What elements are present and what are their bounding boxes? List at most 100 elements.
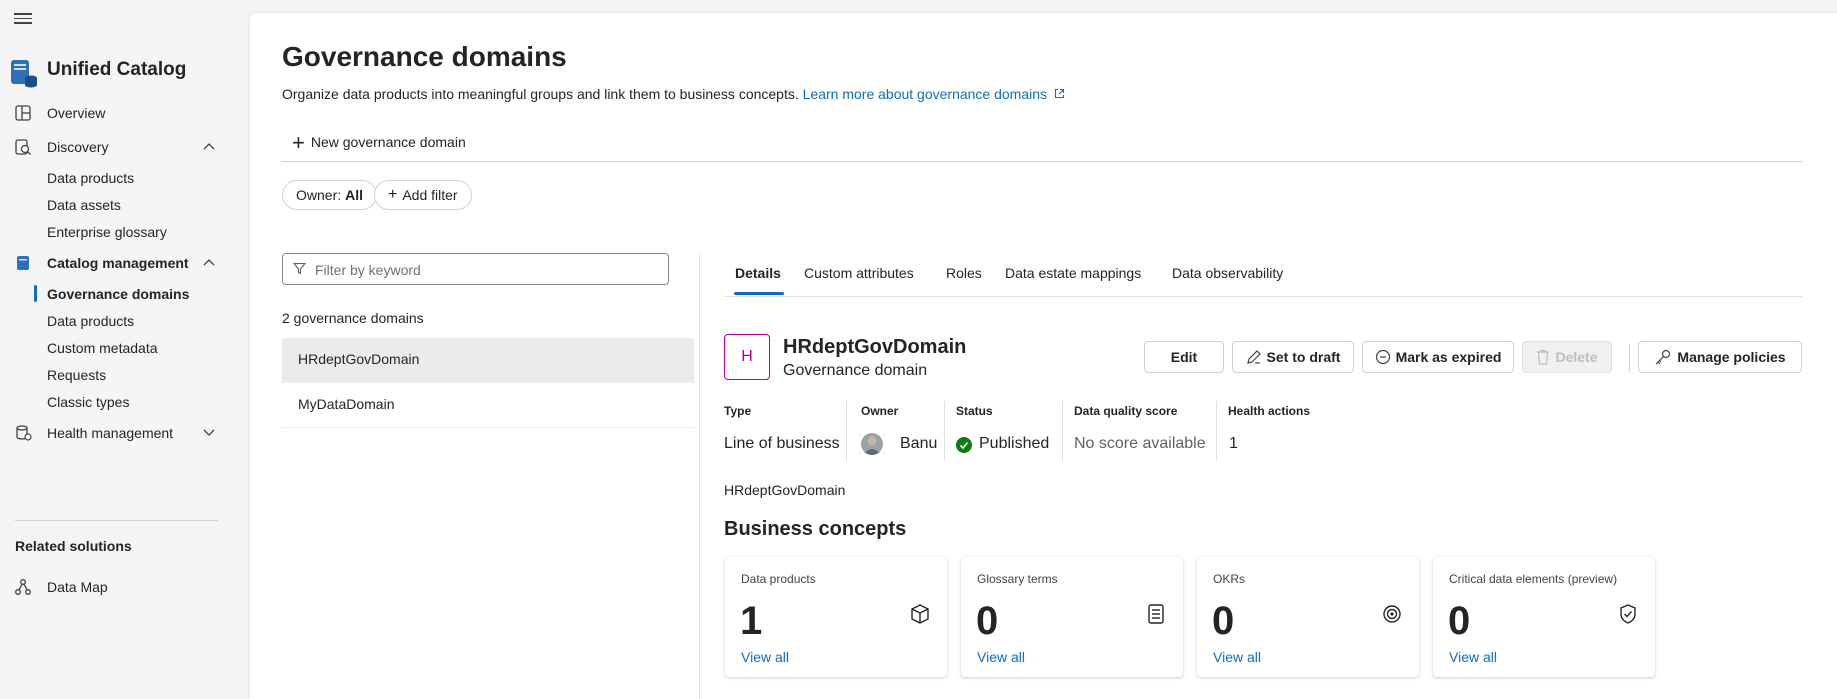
sidebar-item-classic-types[interactable]: Classic types — [0, 387, 250, 417]
chevron-up-icon[interactable] — [202, 141, 216, 151]
list-item-label: HRdeptGovDomain — [298, 351, 420, 367]
view-all-link[interactable]: View all — [977, 649, 1025, 665]
cube-icon — [911, 604, 929, 624]
sidebar-item-label: Enterprise glossary — [47, 224, 167, 240]
set-to-draft-label: Set to draft — [1266, 349, 1341, 365]
description-text: Organize data products into meaningful g… — [282, 86, 799, 102]
add-filter-label: Add filter — [402, 187, 458, 203]
card-count: 0 — [1448, 599, 1471, 643]
mark-as-expired-label: Mark as expired — [1395, 349, 1502, 365]
sidebar-item-data-products[interactable]: Data products — [0, 163, 250, 193]
draft-icon — [1246, 350, 1261, 364]
data-quality-value: No score available — [1074, 435, 1206, 452]
sidebar-item-label: Catalog management — [47, 255, 189, 271]
property-separator — [944, 401, 945, 461]
tab-data-estate-mappings[interactable]: Data estate mappings — [1005, 265, 1141, 281]
data-map-icon — [15, 579, 31, 595]
keyword-filter-input[interactable] — [313, 258, 657, 282]
sidebar-item-data-assets[interactable]: Data assets — [0, 190, 250, 220]
card-title: Data products — [741, 572, 816, 586]
catalog-management-icon — [17, 256, 29, 270]
domain-count: 2 governance domains — [282, 310, 424, 326]
tab-details[interactable]: Details — [735, 265, 781, 281]
sidebar-item-label: Data products — [47, 313, 135, 329]
health-actions-value[interactable]: 1 — [1229, 435, 1238, 453]
owner-label: Owner — [861, 404, 899, 418]
card-count: 1 — [740, 599, 763, 643]
sidebar-item-label: Governance domains — [47, 286, 190, 302]
view-all-link[interactable]: View all — [1449, 649, 1497, 665]
view-all-link[interactable]: View all — [741, 649, 789, 665]
type-label: Type — [724, 404, 752, 418]
owner-filter-pill[interactable]: Owner: All — [282, 180, 378, 210]
add-filter-button[interactable]: + Add filter — [374, 180, 472, 210]
glossary-terms-card: Glossary terms 0 View all — [961, 557, 1183, 677]
owner-filter-value: All — [345, 187, 364, 203]
view-all-link[interactable]: View all — [1213, 649, 1261, 665]
mark-as-expired-button[interactable]: Mark as expired — [1362, 341, 1514, 373]
owner-filter-label: Owner: — [296, 187, 342, 203]
list-item[interactable]: MyDataDomain — [282, 383, 694, 428]
key-icon — [1655, 349, 1671, 365]
trash-icon — [1537, 349, 1550, 365]
health-actions-label: Health actions — [1228, 404, 1311, 418]
external-link-icon — [1054, 88, 1064, 99]
domain-subtitle: Governance domain — [783, 362, 928, 379]
data-quality-label: Data quality score — [1074, 404, 1178, 418]
manage-policies-button[interactable]: Manage policies — [1638, 341, 1802, 373]
sidebar-item-overview[interactable]: Overview — [0, 98, 250, 128]
active-tab-indicator — [734, 292, 784, 295]
tabs-divider — [724, 296, 1802, 297]
type-value: Line of business — [724, 435, 840, 452]
set-to-draft-button[interactable]: Set to draft — [1232, 341, 1354, 373]
plus-icon: + — [292, 130, 305, 155]
sidebar-item-label: Overview — [47, 105, 106, 121]
filter-icon — [293, 262, 306, 275]
sidebar-item-health-management[interactable]: Health management — [0, 418, 250, 448]
owner-avatar — [861, 433, 883, 455]
sidebar-item-data-map[interactable]: Data Map — [0, 572, 250, 602]
sidebar-item-catalog-management[interactable]: Catalog management — [0, 248, 250, 278]
card-title: OKRs — [1213, 572, 1246, 586]
tab-data-observability[interactable]: Data observability — [1172, 265, 1283, 281]
chevron-down-icon[interactable] — [202, 427, 216, 437]
chevron-up-icon[interactable] — [202, 257, 216, 267]
keyword-filter[interactable] — [282, 253, 669, 285]
actions-separator — [1629, 344, 1630, 372]
sidebar-item-label: Requests — [47, 367, 107, 383]
page-description: Organize data products into meaningful g… — [282, 86, 1065, 102]
new-governance-domain-button[interactable]: + New governance domain — [292, 127, 466, 155]
tab-roles[interactable]: Roles — [946, 265, 982, 281]
business-concepts-title: Business concepts — [724, 518, 907, 540]
sidebar-item-requests[interactable]: Requests — [0, 360, 250, 390]
glossary-icon — [1148, 604, 1164, 624]
owner-value[interactable]: Banu — [900, 435, 937, 453]
sidebar-item-governance-domains[interactable]: Governance domains — [0, 279, 250, 309]
tab-custom-attributes[interactable]: Custom attributes — [804, 265, 914, 281]
property-separator — [1062, 401, 1063, 461]
list-item[interactable]: HRdeptGovDomain — [282, 338, 694, 383]
sidebar-item-custom-metadata[interactable]: Custom metadata — [0, 333, 250, 363]
pane-splitter[interactable] — [699, 253, 700, 699]
card-title: Glossary terms — [977, 572, 1058, 586]
card-title: Critical data elements (preview) — [1449, 572, 1618, 586]
menu-icon[interactable] — [14, 10, 34, 28]
sidebar-item-discovery[interactable]: Discovery — [0, 132, 250, 162]
domain-avatar: H — [724, 334, 770, 380]
page-title: Governance domains — [282, 41, 567, 72]
status-label: Status — [956, 404, 993, 418]
sidebar-item-label: Classic types — [47, 394, 130, 410]
sidebar-item-data-products-mgmt[interactable]: Data products — [0, 306, 250, 336]
new-button-label: New governance domain — [310, 134, 466, 150]
minus-circle-icon — [1375, 349, 1390, 365]
plus-icon: + — [388, 186, 398, 203]
sidebar-item-enterprise-glossary[interactable]: Enterprise glossary — [0, 217, 250, 247]
selected-indicator — [34, 285, 37, 302]
target-icon — [1383, 605, 1401, 623]
edit-button[interactable]: Edit — [1144, 341, 1224, 373]
learn-more-link[interactable]: Learn more about governance domains — [803, 86, 1065, 102]
sidebar-item-label: Health management — [47, 425, 174, 441]
card-count: 0 — [1212, 599, 1235, 643]
learn-more-label: Learn more about governance domains — [802, 86, 1048, 102]
property-separator — [846, 401, 847, 461]
